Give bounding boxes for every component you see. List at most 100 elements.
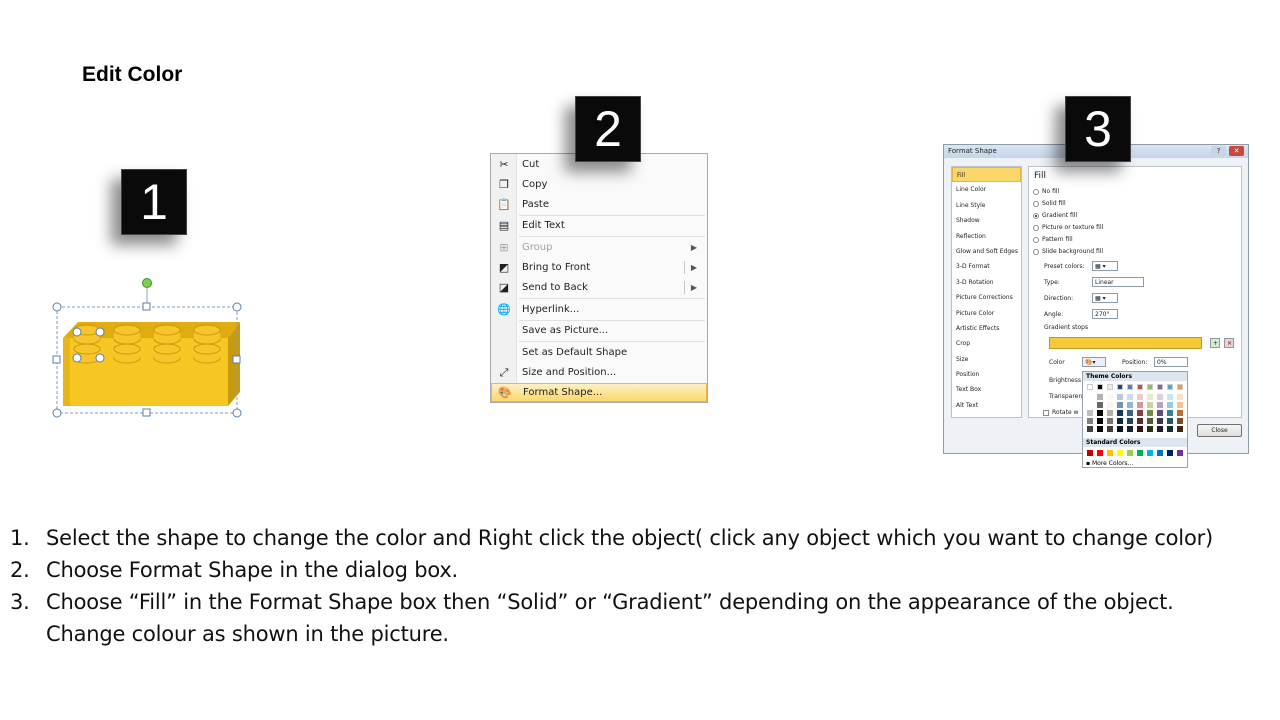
- nav-item[interactable]: Artistic Effects: [952, 321, 1021, 336]
- menu-item-size-position[interactable]: ⤢ Size and Position...: [491, 363, 707, 382]
- color-swatch[interactable]: [1127, 402, 1133, 408]
- color-swatch[interactable]: [1097, 384, 1103, 390]
- color-swatch[interactable]: [1127, 418, 1133, 424]
- color-swatch[interactable]: [1157, 402, 1163, 408]
- add-stop-icon[interactable]: +: [1210, 338, 1220, 348]
- more-colors-link[interactable]: ▪ More Colors...: [1086, 460, 1133, 467]
- color-swatch[interactable]: [1107, 418, 1113, 424]
- option-picture-fill[interactable]: Picture or texture fill: [1033, 224, 1103, 231]
- close-button[interactable]: Close: [1197, 424, 1242, 437]
- color-swatch[interactable]: [1117, 426, 1123, 432]
- nav-item[interactable]: Picture Corrections: [952, 290, 1021, 305]
- nav-item-fill[interactable]: Fill: [952, 167, 1021, 183]
- color-swatch[interactable]: [1157, 384, 1163, 390]
- color-swatch[interactable]: [1097, 418, 1103, 424]
- color-swatch[interactable]: [1167, 410, 1173, 416]
- color-swatch[interactable]: [1177, 402, 1183, 408]
- color-swatch[interactable]: [1177, 394, 1183, 400]
- color-swatch[interactable]: [1177, 426, 1183, 432]
- option-solid-fill[interactable]: Solid fill: [1033, 200, 1066, 207]
- menu-item-format-shape[interactable]: 🎨 Format Shape...: [491, 383, 707, 402]
- color-swatch[interactable]: [1177, 450, 1183, 456]
- color-swatch[interactable]: [1097, 402, 1103, 408]
- nav-item[interactable]: Shadow: [952, 213, 1021, 228]
- submenu-arrow-icon[interactable]: ▶: [691, 263, 697, 272]
- direction-dropdown[interactable]: ▦ ▾: [1092, 293, 1118, 303]
- color-swatch[interactable]: [1137, 426, 1143, 432]
- menu-item-edit-text[interactable]: ▤ Edit Text: [491, 216, 707, 235]
- remove-stop-icon[interactable]: ×: [1224, 338, 1234, 348]
- color-swatch[interactable]: [1157, 418, 1163, 424]
- color-picker-button[interactable]: 🎨▾: [1082, 357, 1106, 367]
- nav-item[interactable]: Line Style: [952, 198, 1021, 213]
- color-swatch[interactable]: [1137, 394, 1143, 400]
- color-swatch[interactable]: [1087, 410, 1093, 416]
- color-swatch[interactable]: [1107, 410, 1113, 416]
- color-swatch[interactable]: [1157, 394, 1163, 400]
- menu-item-set-default-shape[interactable]: Set as Default Shape: [491, 343, 707, 362]
- color-swatch[interactable]: [1147, 410, 1153, 416]
- color-swatch[interactable]: [1117, 394, 1123, 400]
- close-icon[interactable]: ✕: [1229, 146, 1244, 156]
- option-pattern-fill[interactable]: Pattern fill: [1033, 236, 1073, 243]
- color-swatch[interactable]: [1157, 410, 1163, 416]
- color-swatch[interactable]: [1177, 410, 1183, 416]
- color-swatch[interactable]: [1137, 418, 1143, 424]
- color-swatch[interactable]: [1177, 418, 1183, 424]
- color-swatch[interactable]: [1147, 418, 1153, 424]
- color-swatch[interactable]: [1127, 450, 1133, 456]
- color-swatch[interactable]: [1127, 410, 1133, 416]
- color-swatch[interactable]: [1167, 384, 1173, 390]
- menu-item-send-to-back[interactable]: ◪ Send to Back ▶: [491, 278, 707, 297]
- color-swatch[interactable]: [1107, 426, 1113, 432]
- checkbox-icon[interactable]: [1043, 409, 1049, 416]
- color-swatch[interactable]: [1167, 450, 1173, 456]
- radio-icon[interactable]: [1033, 188, 1039, 195]
- submenu-arrow-icon[interactable]: ▶: [691, 283, 697, 292]
- color-swatch[interactable]: [1167, 402, 1173, 408]
- lego-brick-shape[interactable]: [50, 276, 250, 421]
- color-swatch[interactable]: [1097, 426, 1103, 432]
- nav-item[interactable]: Alt Text: [952, 398, 1021, 413]
- nav-item[interactable]: Reflection: [952, 229, 1021, 244]
- color-swatch[interactable]: [1137, 410, 1143, 416]
- color-swatch[interactable]: [1137, 402, 1143, 408]
- color-swatch[interactable]: [1087, 384, 1093, 390]
- nav-item[interactable]: Line Color: [952, 182, 1021, 197]
- option-gradient-fill[interactable]: Gradient fill: [1033, 212, 1077, 219]
- nav-item[interactable]: Picture Color: [952, 306, 1021, 321]
- nav-item[interactable]: Crop: [952, 336, 1021, 351]
- color-swatch[interactable]: [1147, 402, 1153, 408]
- color-swatch[interactable]: [1107, 394, 1113, 400]
- color-swatch[interactable]: [1147, 426, 1153, 432]
- color-swatch[interactable]: [1127, 426, 1133, 432]
- color-swatch[interactable]: [1137, 450, 1143, 456]
- color-swatch[interactable]: [1137, 384, 1143, 390]
- color-swatch[interactable]: [1087, 394, 1093, 400]
- gradient-stops-bar[interactable]: [1049, 337, 1202, 349]
- nav-item[interactable]: Text Box: [952, 382, 1021, 397]
- color-swatch[interactable]: [1167, 426, 1173, 432]
- nav-item[interactable]: Position: [952, 367, 1021, 382]
- option-no-fill[interactable]: No fill: [1033, 188, 1059, 195]
- color-swatch[interactable]: [1117, 384, 1123, 390]
- menu-item-bring-to-front[interactable]: ◩ Bring to Front ▶: [491, 258, 707, 277]
- color-swatch[interactable]: [1097, 450, 1103, 456]
- color-swatch[interactable]: [1087, 418, 1093, 424]
- color-swatch[interactable]: [1117, 410, 1123, 416]
- help-icon[interactable]: ?: [1211, 146, 1226, 156]
- color-swatch[interactable]: [1097, 410, 1103, 416]
- color-swatch[interactable]: [1167, 418, 1173, 424]
- menu-item-paste[interactable]: 📋 Paste: [491, 195, 707, 214]
- color-swatch[interactable]: [1097, 394, 1103, 400]
- color-swatch[interactable]: [1167, 394, 1173, 400]
- color-swatch[interactable]: [1087, 402, 1093, 408]
- menu-item-copy[interactable]: ❐ Copy: [491, 175, 707, 194]
- menu-item-save-as-picture[interactable]: Save as Picture...: [491, 321, 707, 340]
- color-swatch[interactable]: [1107, 384, 1113, 390]
- radio-icon[interactable]: [1033, 224, 1039, 231]
- nav-item[interactable]: 3-D Format: [952, 259, 1021, 274]
- color-swatch[interactable]: [1117, 418, 1123, 424]
- color-swatch[interactable]: [1127, 394, 1133, 400]
- radio-icon[interactable]: [1033, 212, 1039, 219]
